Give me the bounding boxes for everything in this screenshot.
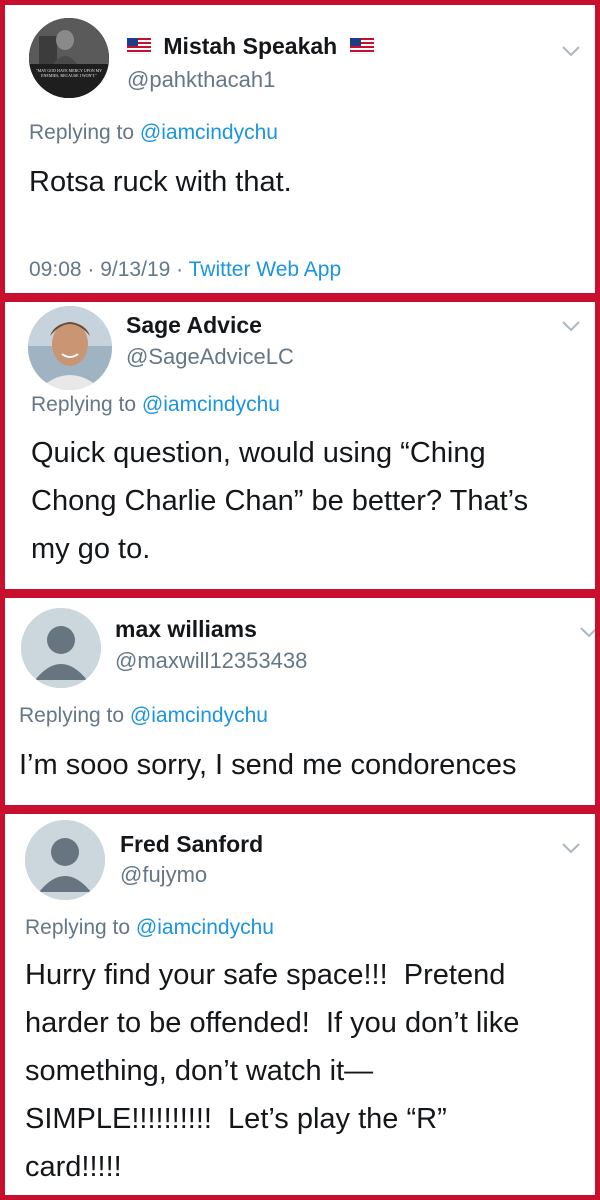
tweet-card: Sage Advice @SageAdviceLC Replying to @i… xyxy=(0,297,600,594)
us-flag-icon xyxy=(349,37,374,54)
tweet-card: "MAY GOD HAVE MERCY UPON MY ENEMIES, BEC… xyxy=(0,0,600,298)
user-avatar[interactable] xyxy=(21,608,101,688)
separator: · xyxy=(170,258,189,281)
avatar-quote: "MAY GOD HAVE MERCY UPON MY ENEMIES, BEC… xyxy=(35,68,103,78)
replying-to: Replying to @iamcindychu xyxy=(31,393,280,417)
tweet-meta: 09:08 · 9/13/19 · Twitter Web App xyxy=(29,258,341,282)
user-avatar[interactable]: "MAY GOD HAVE MERCY UPON MY ENEMIES, BEC… xyxy=(29,18,109,98)
display-name[interactable]: Fred Sanford xyxy=(120,831,263,858)
user-handle[interactable]: @SageAdviceLC xyxy=(126,344,294,370)
default-profile-icon xyxy=(25,820,105,900)
user-handle[interactable]: @pahkthacah1 xyxy=(127,67,275,93)
user-handle[interactable]: @fujymo xyxy=(120,862,207,888)
chevron-down-icon[interactable] xyxy=(561,320,581,332)
avatar-image-icon xyxy=(29,18,109,98)
replying-prefix: Replying to xyxy=(29,121,135,144)
user-handle[interactable]: @maxwill12353438 xyxy=(115,648,307,674)
display-name[interactable]: max williams xyxy=(115,616,257,643)
replying-prefix: Replying to xyxy=(25,916,131,939)
tweet-time[interactable]: 09:08 xyxy=(29,258,82,281)
replying-to: Replying to @iamcindychu xyxy=(29,121,278,145)
tweet-text: Rotsa ruck with that. xyxy=(29,166,292,198)
replying-prefix: Replying to xyxy=(19,704,125,727)
mention-link[interactable]: @iamcindychu xyxy=(142,393,280,416)
chevron-down-icon[interactable] xyxy=(561,45,581,57)
tweet-date[interactable]: 9/13/19 xyxy=(100,258,170,281)
user-avatar[interactable] xyxy=(28,306,112,390)
display-name[interactable]: Sage Advice xyxy=(126,312,262,339)
replying-to: Replying to @iamcindychu xyxy=(25,916,274,940)
tweet-card: Fred Sanford @fujymo Replying to @iamcin… xyxy=(0,809,600,1200)
tweet-text: I’m sooo sorry, I send me condorences xyxy=(19,749,517,781)
display-name-row[interactable]: Mistah Speakah xyxy=(127,33,374,60)
user-avatar[interactable] xyxy=(25,820,105,900)
chevron-down-icon[interactable] xyxy=(579,626,599,638)
chevron-down-icon[interactable] xyxy=(561,842,581,854)
us-flag-icon xyxy=(127,37,151,54)
tweet-text: Quick question, would using “Ching Chong… xyxy=(31,437,529,565)
replying-to: Replying to @iamcindychu xyxy=(19,704,268,728)
separator: · xyxy=(81,258,101,281)
tweet-source-link[interactable]: Twitter Web App xyxy=(189,258,342,281)
tweet-card: max williams @maxwill12353438 Replying t… xyxy=(0,593,600,810)
default-profile-icon xyxy=(21,608,101,688)
mention-link[interactable]: @iamcindychu xyxy=(136,916,274,939)
mention-link[interactable]: @iamcindychu xyxy=(140,121,278,144)
mention-link[interactable]: @iamcindychu xyxy=(130,704,268,727)
tweet-text: Hurry find your safe space!!! Pretend ha… xyxy=(25,959,520,1183)
avatar-photo-icon xyxy=(28,306,112,390)
replying-prefix: Replying to xyxy=(31,393,137,416)
display-name: Mistah Speakah xyxy=(163,33,338,59)
